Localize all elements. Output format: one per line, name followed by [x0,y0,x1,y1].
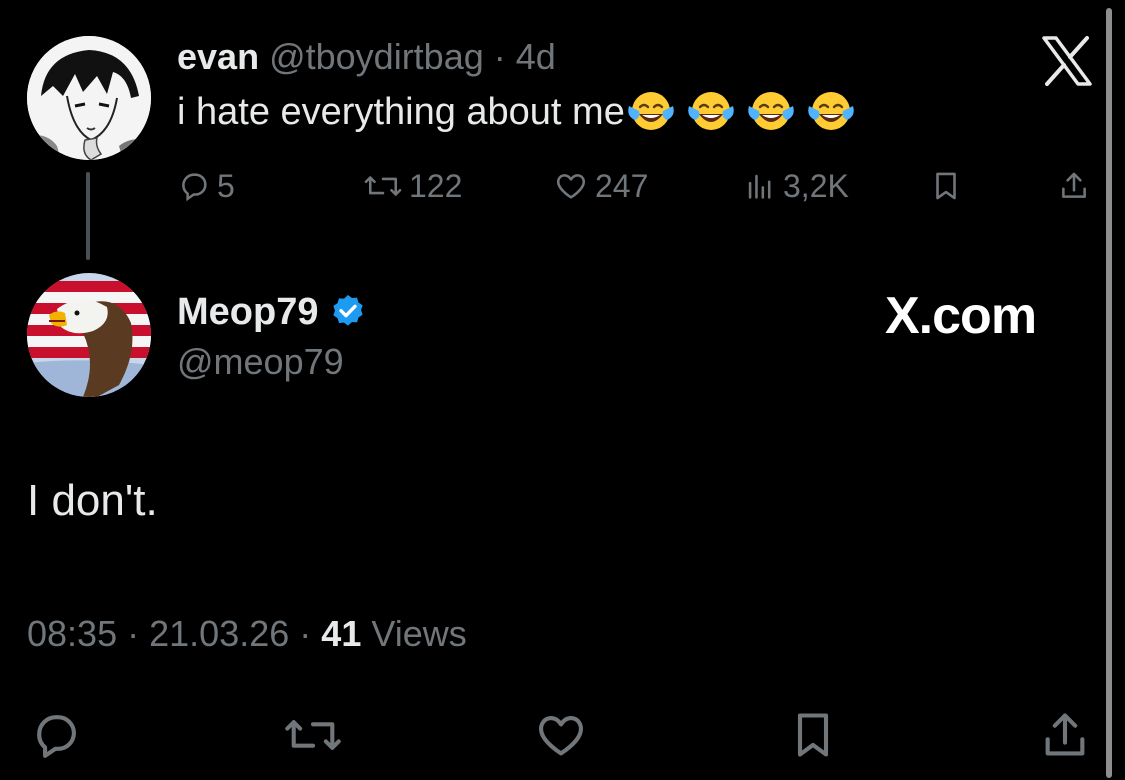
repost-button[interactable] [278,700,348,770]
face-with-tears-of-joy-icon [808,92,854,130]
reply-button[interactable] [22,700,92,770]
reply-icon [37,715,76,758]
parent-like-count: 247 [595,167,649,204]
reply-icon [182,173,207,202]
views-label: Views [371,613,467,654]
views-count[interactable]: 41 [321,613,361,654]
share-icon [1045,713,1085,756]
emoji-row [625,91,865,133]
x-logo-icon[interactable] [1040,34,1094,88]
reply-tweet-meta: 08:35 · 21.03.26 · 41 Views [27,612,467,656]
separator-dot: · [493,36,506,77]
heart-icon [539,716,583,756]
bookmark-icon [936,172,956,200]
parent-tweet-text: i hate everything about me [177,88,865,135]
share-button[interactable] [1030,700,1100,770]
reply-author-row: Meop79 [177,290,368,334]
scrollbar[interactable] [1106,8,1112,778]
parent-share-button[interactable] [1057,162,1091,210]
tweet-time[interactable]: 08:35 [27,613,117,654]
parent-author-name[interactable]: evan [177,36,259,77]
meta-dot: · [299,613,312,654]
like-button[interactable] [526,700,596,770]
parent-repost-count: 122 [409,167,463,204]
reply-tweet-text: I don't. [27,476,158,525]
tweet-date[interactable]: 21.03.26 [149,613,289,654]
verified-badge-icon [333,295,364,326]
x-com-watermark: X.com [885,287,1037,345]
analytics-icon [748,174,771,199]
meop79-avatar[interactable] [27,273,151,397]
repost-icon [285,720,341,750]
parent-bookmark-button[interactable] [929,162,963,210]
parent-view-count: 3,2K [783,167,849,204]
parent-reply-count: 5 [217,167,235,204]
parent-tweet-age[interactable]: 4d [516,36,556,77]
parent-tweet-actions: 5 122 247 3,2K [177,162,1097,210]
reply-author-handle[interactable]: @meop79 [177,340,344,384]
bookmark-button[interactable] [778,700,848,770]
reply-author-name[interactable]: Meop79 [177,290,318,334]
manga-avatar-image [27,36,151,160]
parent-views-button[interactable]: 3,2K [743,162,849,210]
evan-avatar[interactable] [27,36,151,160]
face-with-tears-of-joy-icon [748,92,794,130]
parent-tweet-body: i hate everything about me [177,91,625,133]
share-icon [1062,172,1086,198]
eagle-flag-avatar-image [27,273,151,397]
parent-author-handle[interactable]: @tboydirtbag [269,36,484,77]
thread-connector-line [86,172,90,260]
heart-icon [556,174,586,199]
face-with-tears-of-joy-icon [688,92,734,130]
meta-dot: · [127,613,140,654]
reply-action-bar [0,700,1125,770]
x-brand-mark [1042,36,1092,86]
parent-reply-button[interactable]: 5 [177,162,235,210]
parent-tweet-header: evan @tboydirtbag · 4d [177,36,556,78]
parent-repost-button[interactable]: 122 [363,162,462,210]
repost-icon [364,176,402,196]
face-with-tears-of-joy-icon [628,92,674,130]
bookmark-icon [797,713,829,757]
parent-like-button[interactable]: 247 [553,162,648,210]
